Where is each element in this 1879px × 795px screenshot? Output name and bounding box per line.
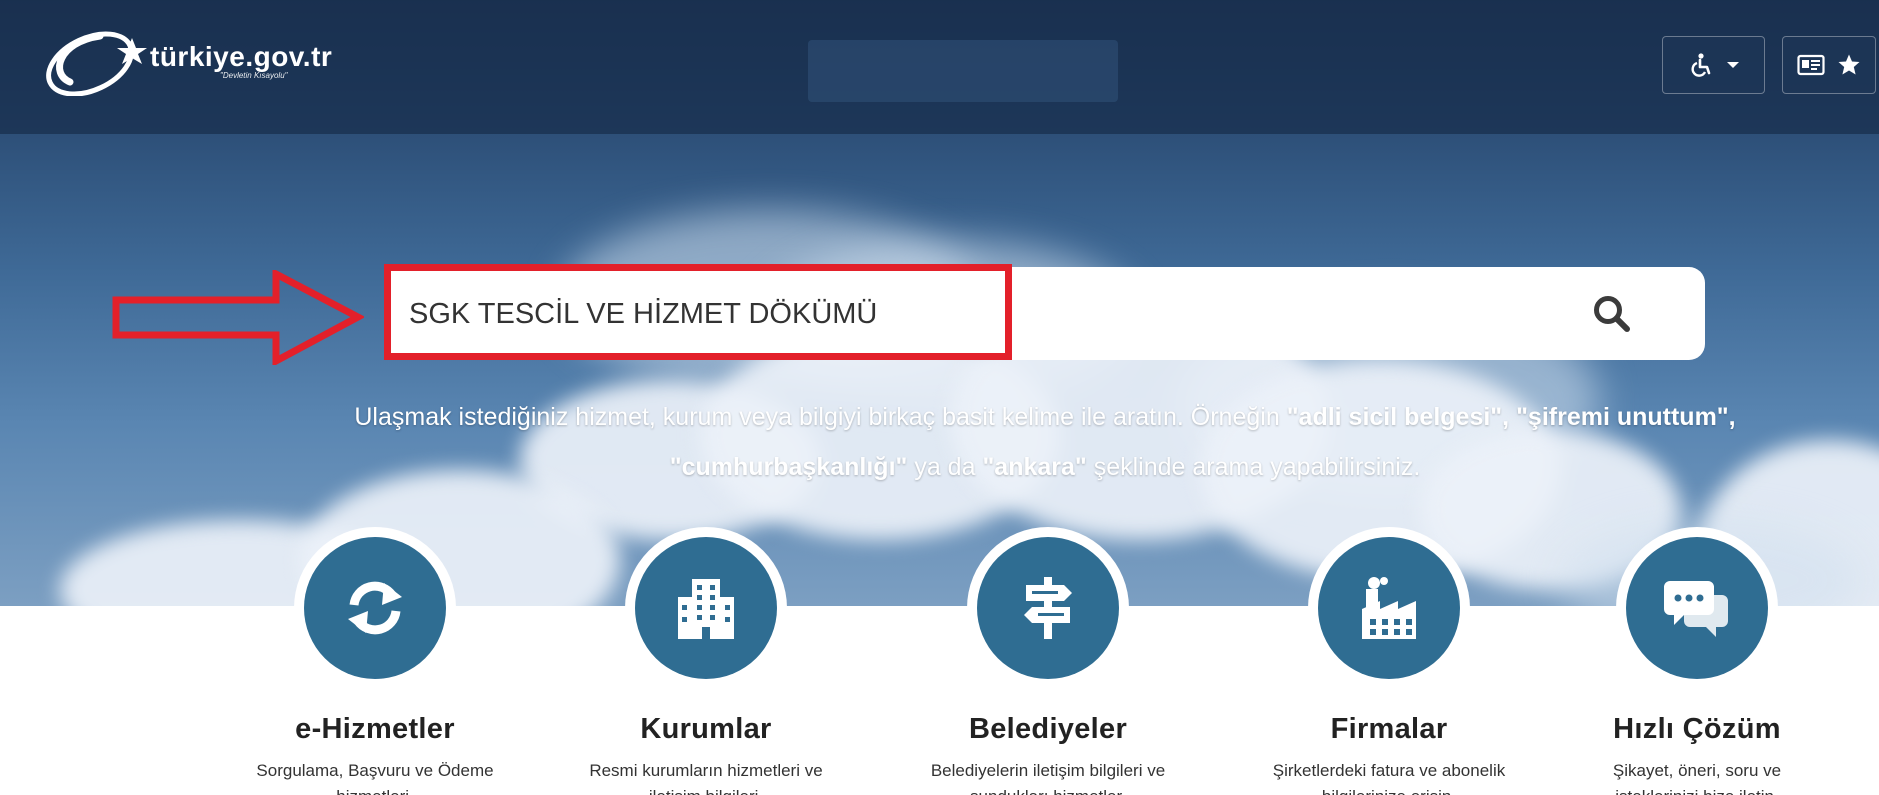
category-description-line: iletişim bilgileri. [536,784,876,795]
category-belediyeler[interactable]: Belediyeler Belediyelerin iletişim bilgi… [878,527,1218,795]
category-description: Şikayet, öneri, soru ve isteklerinizi bi… [1527,758,1867,795]
category-icon-circle[interactable] [625,527,787,689]
category-description: Sorgulama, Başvuru ve Ödeme hizmetleri. [205,758,545,795]
category-title[interactable]: e-Hizmetler [205,713,545,746]
category-icon-circle[interactable] [294,527,456,689]
search-button[interactable] [1589,291,1635,337]
search-input[interactable] [409,287,1009,341]
search-icon [1594,296,1630,332]
ecard-favorites-button[interactable] [1782,36,1876,94]
site-logo[interactable]: türkiye.gov.tr "Devletin Kısayolu" [40,24,332,96]
hint-text: şeklinde arama yapabilirsiniz. [1086,453,1421,481]
category-icon-circle[interactable] [1308,527,1470,689]
category-description: Belediyelerin iletişim bilgileri ve sund… [878,758,1218,795]
category-hizli-cozum[interactable]: Hızlı Çözüm Şikayet, öneri, soru ve iste… [1527,527,1867,795]
category-kurumlar[interactable]: Kurumlar Resmi kurumların hizmetleri ve … [536,527,876,795]
category-e-hizmetler[interactable]: e-Hizmetler Sorgulama, Başvuru ve Ödeme … [205,527,545,795]
hint-separator: , [1728,403,1736,431]
hint-example: "cumhurbaşkanlığı" [669,453,908,481]
category-description-line: sundukları hizmetler. [878,784,1218,795]
category-title[interactable]: Belediyeler [878,713,1218,746]
logo-text: türkiye.gov.tr [150,40,333,72]
logo-mark-icon [46,31,147,96]
top-header: türkiye.gov.tr "Devletin Kısayolu" [0,0,1879,134]
category-description-line: bilgilerinize erişin. [1219,784,1559,795]
building-icon [678,579,734,639]
search-bar [385,267,1705,360]
search-hint: Ulaşmak istediğiniz hizmet, kurum veya b… [300,392,1790,492]
wheelchair-icon [1690,53,1710,77]
category-title[interactable]: Firmalar [1219,713,1559,746]
hint-example: "ankara" [982,453,1087,481]
annotation-arrow-icon [112,270,364,365]
hint-separator: , [1502,403,1517,431]
chat-bubbles-icon [1664,581,1728,637]
star-icon [1838,54,1860,75]
category-title[interactable]: Hızlı Çözüm [1527,713,1867,746]
hint-example: "adli sicil belgesi" [1286,403,1503,431]
category-title[interactable]: Kurumlar [536,713,876,746]
hint-text: Ulaşmak istediğiniz hizmet, kurum veya b… [354,403,1287,431]
category-icon-circle[interactable] [1616,527,1778,689]
category-firmalar[interactable]: Firmalar Şirketlerdeki fatura ve aboneli… [1219,527,1559,795]
category-description-line: Şirketlerdeki fatura ve abonelik [1272,761,1506,780]
hint-text: ya da [907,453,983,481]
signpost-icon [1024,577,1072,639]
factory-icon [1362,577,1416,639]
category-icon-circle[interactable] [967,527,1129,689]
category-description-line: Sorgulama, Başvuru ve Ödeme [256,761,494,780]
logo-tagline: "Devletin Kısayolu" [220,70,288,80]
category-description-line: hizmetleri. [205,784,545,795]
refresh-icon [348,581,402,635]
accessibility-menu-button[interactable] [1662,36,1765,94]
caret-down-icon [1726,62,1739,68]
category-description-line: isteklerinizi bize iletin. [1527,784,1867,795]
id-card-icon [1797,54,1825,76]
category-description: Resmi kurumların hizmetleri ve iletişim … [536,758,876,795]
category-description-line: Resmi kurumların hizmetleri ve [589,761,823,780]
category-description: Şirketlerdeki fatura ve abonelik bilgile… [1219,758,1559,795]
category-description-line: Belediyelerin iletişim bilgileri ve [930,761,1166,780]
header-banner-placeholder [808,40,1118,102]
category-description-line: Şikayet, öneri, soru ve [1612,761,1782,780]
hint-example: "şifremi unuttum" [1516,403,1729,431]
